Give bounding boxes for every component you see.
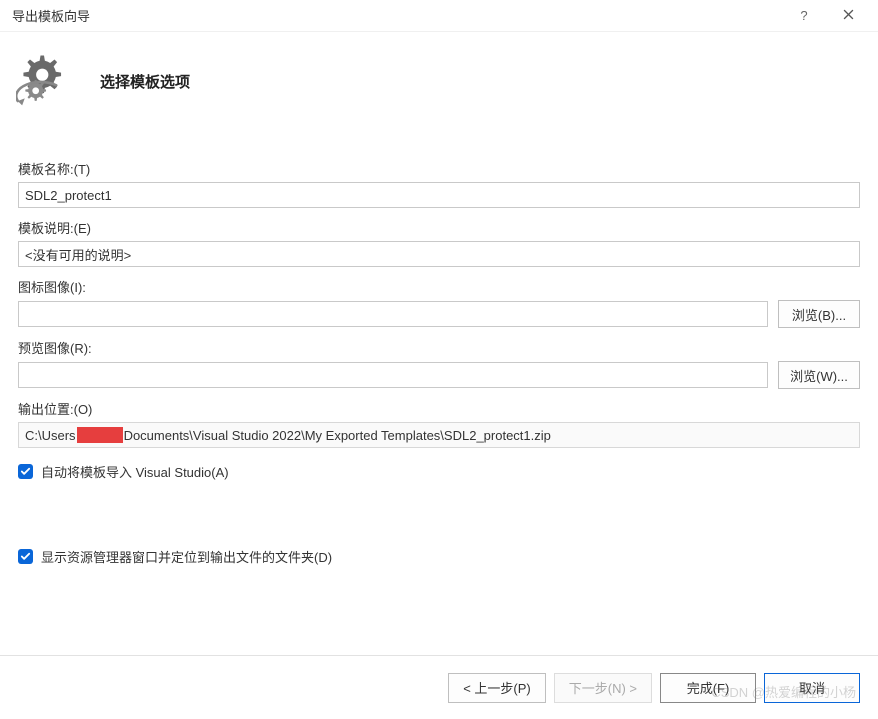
titlebar: 导出模板向导 ?: [0, 0, 878, 32]
browse-icon-button[interactable]: 浏览(B)...: [778, 300, 860, 328]
window-title: 导出模板向导: [12, 6, 782, 25]
close-button[interactable]: [826, 1, 870, 31]
output-path-suffix: Documents\Visual Studio 2022\My Exported…: [124, 428, 551, 443]
page-title: 选择模板选项: [100, 71, 190, 92]
template-name-label: 模板名称:(T): [18, 159, 860, 178]
show-explorer-checkbox[interactable]: [18, 549, 33, 564]
show-explorer-label: 显示资源管理器窗口并定位到输出文件的文件夹(D): [41, 547, 332, 566]
show-explorer-row[interactable]: 显示资源管理器窗口并定位到输出文件的文件夹(D): [18, 547, 860, 566]
template-desc-input[interactable]: [18, 241, 860, 267]
template-desc-label: 模板说明:(E): [18, 218, 860, 237]
output-location-label: 输出位置:(O): [18, 399, 860, 418]
form-content: 模板名称:(T) 模板说明:(E) 图标图像(I): 浏览(B)... 预览图像…: [0, 139, 878, 566]
template-name-input[interactable]: [18, 182, 860, 208]
icon-image-label: 图标图像(I):: [18, 277, 860, 296]
check-icon: [20, 551, 31, 562]
gear-icon: [16, 52, 72, 111]
cancel-button[interactable]: 取消: [764, 673, 860, 703]
output-location-display: C:\Users Documents\Visual Studio 2022\My …: [18, 422, 860, 448]
back-button[interactable]: < 上一步(P): [448, 673, 546, 703]
redacted-username: [77, 427, 123, 443]
close-icon: [843, 8, 854, 23]
wizard-footer: < 上一步(P) 下一步(N) > 完成(F) 取消: [0, 655, 878, 719]
preview-image-input[interactable]: [18, 362, 768, 388]
wizard-header: 选择模板选项: [0, 32, 878, 139]
preview-image-label: 预览图像(R):: [18, 338, 860, 357]
output-path-prefix: C:\Users: [25, 428, 76, 443]
finish-button[interactable]: 完成(F): [660, 673, 756, 703]
help-icon: ?: [800, 8, 807, 23]
browse-preview-button[interactable]: 浏览(W)...: [778, 361, 860, 389]
check-icon: [20, 466, 31, 477]
help-button[interactable]: ?: [782, 1, 826, 31]
next-button: 下一步(N) >: [554, 673, 652, 703]
icon-image-input[interactable]: [18, 301, 768, 327]
auto-import-checkbox[interactable]: [18, 464, 33, 479]
auto-import-label: 自动将模板导入 Visual Studio(A): [41, 462, 229, 481]
auto-import-row[interactable]: 自动将模板导入 Visual Studio(A): [18, 462, 860, 481]
